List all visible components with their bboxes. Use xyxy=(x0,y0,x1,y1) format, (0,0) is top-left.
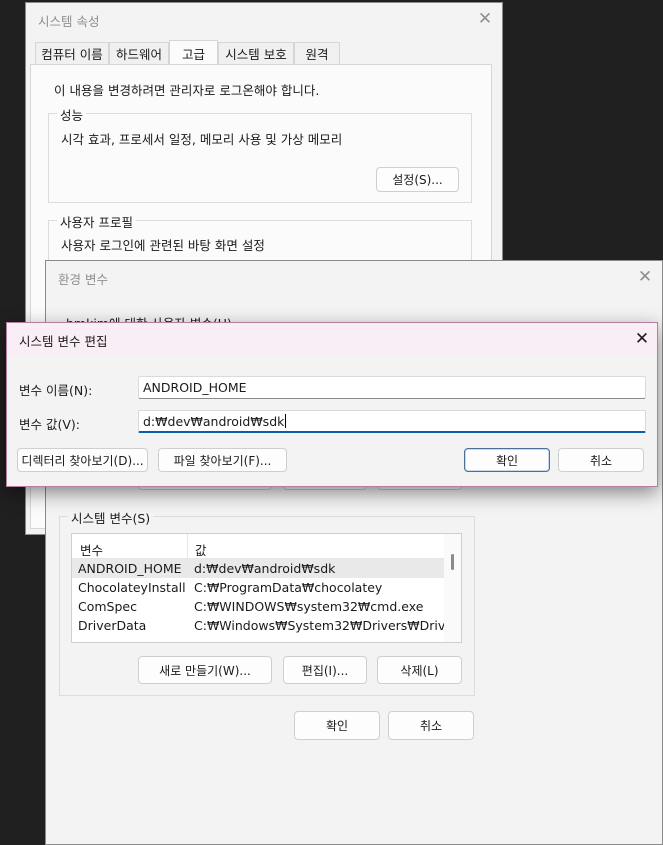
table-row[interactable]: ANDROID_HOME d:₩dev₩android₩sdk xyxy=(72,559,444,578)
tab-hardware[interactable]: 하드웨어 xyxy=(109,42,169,64)
system-edit-button[interactable]: 편집(I)... xyxy=(283,656,367,684)
column-header-name[interactable]: 변수 xyxy=(72,534,188,558)
system-properties-title: 시스템 속성 xyxy=(38,14,100,29)
variable-name-label: 변수 이름(N): xyxy=(19,383,93,398)
row-value: d:₩dev₩android₩sdk xyxy=(188,559,444,578)
variable-name-input[interactable]: ANDROID_HOME xyxy=(138,376,646,399)
edit-dialog-titlebar[interactable]: 시스템 변수 편집 ✕ xyxy=(7,323,657,355)
environment-variables-title: 환경 변수 xyxy=(58,272,108,287)
row-name: ChocolateyInstall xyxy=(78,580,186,595)
system-variables-list[interactable]: 변수 값 ANDROID_HOME d:₩dev₩android₩sdk Cho… xyxy=(71,533,462,643)
admin-note: 이 내용을 변경하려면 관리자로 로그온해야 합니다. xyxy=(54,83,320,98)
tab-remote[interactable]: 원격 xyxy=(294,42,340,64)
edit-system-variable-dialog: 시스템 변수 편집 ✕ 변수 이름(N): ANDROID_HOME 변수 값(… xyxy=(6,322,658,487)
variable-value-input[interactable]: d:₩dev₩android₩sdk xyxy=(138,410,646,433)
performance-description: 시각 효과, 프로세서 일정, 메모리 사용 및 가상 메모리 xyxy=(61,132,343,147)
table-row[interactable]: ComSpec C:₩WINDOWS₩system32₩cmd.exe xyxy=(72,597,444,616)
system-delete-button[interactable]: 삭제(L) xyxy=(377,656,462,684)
env-ok-button[interactable]: 확인 xyxy=(294,711,380,740)
variables-table: ANDROID_HOME d:₩dev₩android₩sdk Chocolat… xyxy=(72,559,444,635)
browse-file-button[interactable]: 파일 찾아보기(F)... xyxy=(158,448,287,472)
table-row[interactable]: DriverData C:₩Windows₩System32₩Drivers₩D… xyxy=(72,616,444,635)
table-row[interactable]: ChocolateyInstall C:₩ProgramData₩chocola… xyxy=(72,578,444,597)
tab-computer-name[interactable]: 컴퓨터 이름 xyxy=(35,42,109,64)
system-variables-label: 시스템 변수(S) xyxy=(68,508,154,527)
variable-value-label: 변수 값(V): xyxy=(19,417,80,432)
tab-system-protection[interactable]: 시스템 보호 xyxy=(218,42,294,64)
edit-ok-button[interactable]: 확인 xyxy=(464,448,550,472)
system-properties-titlebar[interactable]: 시스템 속성 ✕ xyxy=(26,3,502,35)
scrollbar-thumb[interactable] xyxy=(451,554,454,570)
user-profile-description: 사용자 로그인에 관련된 바탕 화면 설정 xyxy=(61,238,265,253)
system-new-button[interactable]: 새로 만들기(W)... xyxy=(138,656,272,684)
close-icon[interactable]: ✕ xyxy=(468,3,502,35)
row-value: C:₩ProgramData₩chocolatey xyxy=(194,580,383,595)
text-caret xyxy=(285,414,287,428)
browse-directory-button[interactable]: 디렉터리 찾아보기(D)... xyxy=(17,448,148,472)
close-icon[interactable]: ✕ xyxy=(627,323,657,355)
row-name: ANDROID_HOME xyxy=(72,559,188,578)
tab-advanced[interactable]: 고급 xyxy=(169,40,218,65)
performance-settings-button[interactable]: 설정(S)... xyxy=(376,167,459,192)
performance-label: 성능 xyxy=(57,105,87,124)
row-value: C:₩Windows₩System32₩Drivers₩DriverData xyxy=(194,618,444,633)
row-name: DriverData xyxy=(78,618,147,633)
edit-cancel-button[interactable]: 취소 xyxy=(558,448,644,472)
column-header-value[interactable]: 값 xyxy=(188,534,207,558)
vertical-scrollbar[interactable] xyxy=(444,534,461,642)
row-value: C:₩WINDOWS₩system32₩cmd.exe xyxy=(194,599,424,614)
env-cancel-button[interactable]: 취소 xyxy=(388,711,474,740)
variable-value-text: d:₩dev₩android₩sdk xyxy=(143,413,285,429)
user-profile-label: 사용자 프로필 xyxy=(57,212,136,231)
close-icon[interactable]: ✕ xyxy=(628,261,662,293)
row-name: ComSpec xyxy=(78,599,137,614)
edit-dialog-title: 시스템 변수 편집 xyxy=(19,334,108,349)
variable-name-value: ANDROID_HOME xyxy=(143,380,247,395)
list-header: 변수 값 xyxy=(72,534,461,559)
environment-variables-titlebar[interactable]: 환경 변수 ✕ xyxy=(46,261,662,293)
